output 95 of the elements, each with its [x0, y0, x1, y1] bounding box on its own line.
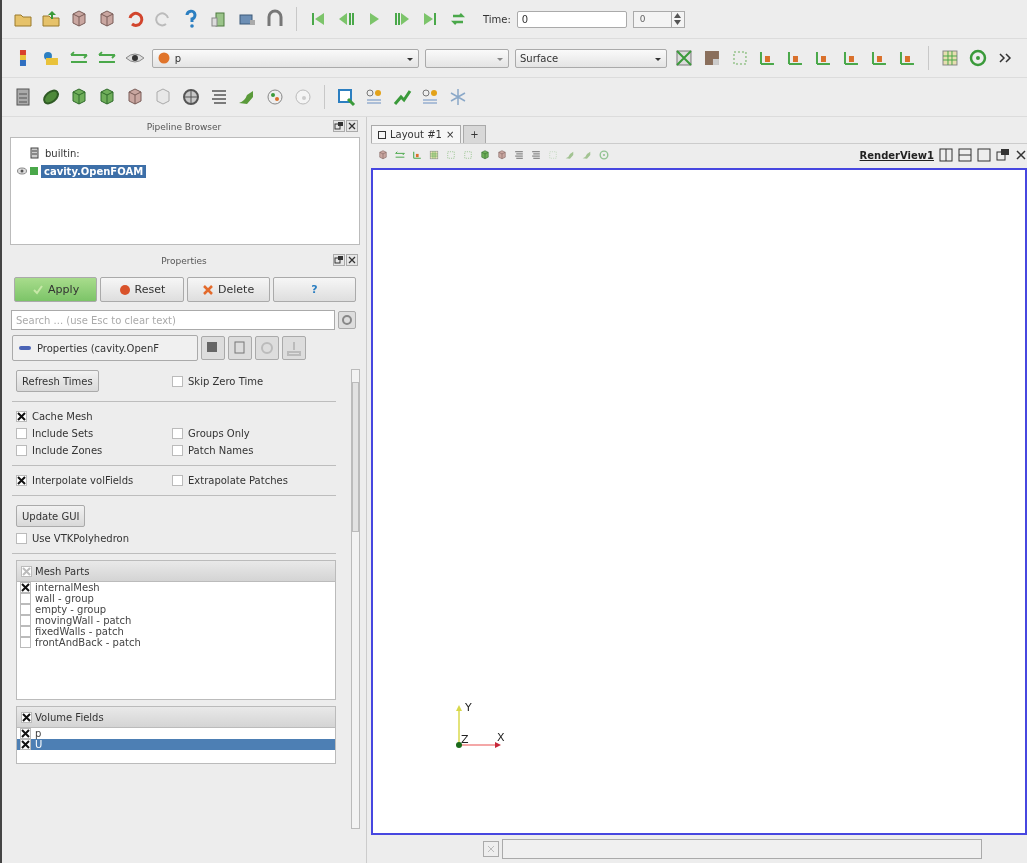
- cross-icon: [202, 283, 215, 296]
- checkbox[interactable]: [172, 445, 183, 456]
- checkbox-label: Include Zones: [32, 445, 103, 456]
- checkbox[interactable]: [21, 565, 32, 577]
- list-item[interactable]: fixedWalls - patch: [17, 626, 335, 637]
- float-icon[interactable]: [333, 254, 345, 266]
- axis-label: Y: [465, 701, 472, 714]
- checkbox[interactable]: [20, 739, 31, 750]
- float-icon[interactable]: [333, 120, 345, 132]
- list-item[interactable]: movingWall - patch: [17, 615, 335, 626]
- time-step-spinbox[interactable]: 0: [632, 10, 685, 28]
- checkbox-label: Skip Zero Time: [188, 375, 264, 387]
- representation-dropdown[interactable]: Surface: [514, 48, 667, 68]
- component-dropdown[interactable]: [425, 48, 509, 68]
- checkbox-label: Cache Mesh: [32, 411, 93, 422]
- option-button[interactable]: Refresh Times: [16, 370, 99, 392]
- time-label: Time:: [483, 13, 511, 25]
- scrollbar[interactable]: [351, 369, 360, 829]
- delete-button[interactable]: Delete: [186, 277, 270, 302]
- eye-icon[interactable]: [17, 167, 27, 175]
- checkbox[interactable]: [20, 593, 31, 604]
- reset-icon[interactable]: [255, 336, 279, 360]
- checkbox[interactable]: [21, 711, 32, 723]
- search-field[interactable]: Search ... (use Esc to clear text): [11, 310, 335, 330]
- checkbox[interactable]: [20, 615, 31, 626]
- layout-tab[interactable]: Layout #1 ×: [371, 125, 462, 143]
- window-icon: [378, 130, 386, 139]
- checkbox-label: Patch Names: [188, 445, 254, 456]
- checkbox[interactable]: [16, 475, 27, 486]
- checkbox[interactable]: [16, 533, 27, 544]
- glyph-icon[interactable]: [292, 86, 314, 108]
- checkbox[interactable]: [20, 728, 31, 739]
- checkbox-label: Use VTKPolyhedron: [32, 533, 130, 544]
- float-icon[interactable]: [996, 148, 1010, 162]
- list-item[interactable]: p: [17, 728, 335, 739]
- checkbox[interactable]: [16, 428, 27, 439]
- checkbox-label: Extrapolate Patches: [188, 475, 288, 486]
- clear-icon[interactable]: [483, 841, 499, 857]
- option-button[interactable]: Update GUI: [16, 505, 86, 527]
- checkbox[interactable]: [172, 375, 183, 387]
- pipeline-item[interactable]: cavity.OpenFOAM: [41, 164, 147, 178]
- maximize-icon[interactable]: [977, 148, 991, 162]
- checkbox[interactable]: [172, 475, 183, 486]
- panel-title: Pipeline Browser: [146, 122, 222, 132]
- checkbox[interactable]: [20, 637, 31, 648]
- checkbox-label: Interpolate volFields: [32, 475, 134, 486]
- section-toggle[interactable]: Properties (cavity.OpenF: [12, 335, 198, 361]
- panel-title: Properties: [161, 256, 207, 266]
- gear-icon[interactable]: [338, 311, 356, 329]
- checkbox-label: Include Sets: [32, 428, 94, 439]
- apply-button[interactable]: Apply: [14, 277, 98, 302]
- list-item[interactable]: internalMesh: [17, 582, 335, 593]
- save-icon[interactable]: [282, 336, 306, 360]
- down-arrow-icon[interactable]: [674, 20, 682, 26]
- split-horizontal-icon[interactable]: [939, 148, 953, 162]
- close-icon[interactable]: [346, 254, 358, 266]
- checkbox[interactable]: [20, 626, 31, 637]
- close-icon[interactable]: [1015, 148, 1027, 162]
- close-tab-button[interactable]: ×: [445, 129, 455, 140]
- list-item[interactable]: frontAndBack - patch: [17, 637, 335, 648]
- globe-icon[interactable]: [180, 86, 202, 108]
- source-icon: [30, 166, 38, 176]
- list-item[interactable]: U: [17, 739, 335, 750]
- split-vertical-icon[interactable]: [958, 148, 972, 162]
- circle-icon: [118, 283, 131, 296]
- square-arrow-icon[interactable]: [335, 86, 357, 108]
- checkbox[interactable]: [172, 428, 183, 439]
- array-dropdown[interactable]: p: [151, 48, 420, 68]
- glyph-icon[interactable]: [264, 86, 286, 108]
- list-title: Mesh Parts: [35, 565, 90, 577]
- pipeline-item[interactable]: builtin:: [42, 146, 83, 160]
- time-field[interactable]: 0: [516, 10, 627, 28]
- minus-icon: [19, 345, 31, 351]
- list-item[interactable]: empty - group: [17, 604, 335, 615]
- close-icon[interactable]: [346, 120, 358, 132]
- folder-arrow-icon[interactable]: [40, 8, 62, 30]
- view-title: RenderView1: [859, 149, 934, 161]
- reset-button[interactable]: Reset: [100, 277, 184, 302]
- copy-icon[interactable]: [201, 336, 225, 360]
- server-icon: [30, 147, 39, 159]
- axis-label: X: [497, 731, 505, 744]
- paste-icon[interactable]: [228, 336, 252, 360]
- checkbox[interactable]: [20, 604, 31, 615]
- checkbox[interactable]: [20, 582, 31, 593]
- checkbox[interactable]: [16, 411, 27, 422]
- axis-label: Z: [461, 733, 469, 746]
- list-item[interactable]: wall - group: [17, 593, 335, 604]
- layout-tab[interactable]: +: [463, 125, 486, 143]
- checkbox-label: Groups Only: [188, 428, 250, 439]
- check-icon: [32, 283, 45, 296]
- up-arrow-icon[interactable]: [674, 12, 682, 18]
- sphere-icon: [156, 52, 171, 64]
- checkbox[interactable]: [16, 445, 27, 456]
- help-button[interactable]: ?: [272, 277, 356, 302]
- list-title: Volume Fields: [35, 711, 104, 723]
